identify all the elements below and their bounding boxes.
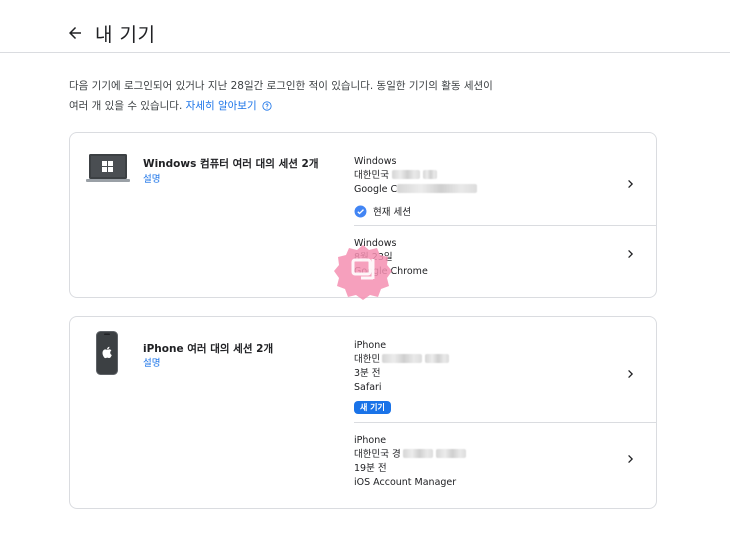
- device-group-title: iPhone 여러 대의 세션 2개: [143, 343, 274, 355]
- top-bar: 내 기기: [0, 0, 730, 53]
- session-location: 대한민국: [354, 169, 657, 183]
- phone-icon: [96, 331, 118, 375]
- session-time: 3분 전: [354, 368, 381, 379]
- session-device-name: iPhone: [354, 340, 387, 351]
- device-group-desc-link[interactable]: 설명: [143, 355, 160, 369]
- check-circle-icon: [354, 205, 367, 217]
- stamp-watermark-icon: [334, 245, 392, 300]
- device-group-title: Windows 컴퓨터 여러 대의 세션 2개: [143, 158, 319, 170]
- redacted-blur: [397, 184, 478, 193]
- session-divider: [354, 422, 657, 423]
- session-device-name: Windows: [354, 238, 397, 249]
- help-circle-icon[interactable]: [262, 101, 272, 111]
- new-device-badge: 새 기기: [354, 401, 391, 414]
- session-app: Safari: [354, 382, 382, 393]
- device-group-card-iphone: iPhone 여러 대의 세션 2개 설명 iPhone 대한민 3분 전 Sa…: [69, 316, 657, 509]
- redacted-blur: [435, 449, 466, 458]
- session-browser: Google Chrome: [354, 266, 428, 277]
- chevron-right-icon: [628, 454, 634, 464]
- intro-text-block: 다음 기기에 로그인되어 있거나 지난 28일간 로그인한 적이 있습니다. 동…: [69, 76, 499, 116]
- learn-more-link[interactable]: 자세히 알아보기: [186, 100, 257, 112]
- redacted-blur: [402, 449, 433, 458]
- session-item[interactable]: Windows 8월 23일 Google Chrome: [354, 237, 657, 287]
- session-device-name: Windows: [354, 156, 397, 167]
- page-title: 내 기기: [95, 24, 156, 46]
- chevron-right-icon: [628, 369, 634, 379]
- redacted-blur: [425, 354, 450, 363]
- session-location: 대한민: [354, 353, 657, 367]
- session-time: 19분 전: [354, 463, 387, 474]
- intro-text: 다음 기기에 로그인되어 있거나 지난 28일간 로그인한 적이 있습니다. 동…: [69, 80, 493, 112]
- laptop-icon: [86, 154, 130, 182]
- session-item[interactable]: iPhone 대한민 3분 전 Safari 새 기기: [354, 339, 657, 419]
- session-location: 대한민국 경: [354, 448, 657, 462]
- current-session-indicator: 현재 세션: [354, 204, 657, 218]
- current-session-label: 현재 세션: [373, 207, 411, 218]
- session-divider: [354, 225, 657, 226]
- session-item[interactable]: iPhone 대한민국 경 19분 전 iOS Account Manager: [354, 434, 657, 496]
- chevron-right-icon: [628, 249, 634, 259]
- session-date: 8월 23일: [354, 251, 657, 265]
- device-group-desc-link[interactable]: 설명: [143, 171, 160, 185]
- session-item[interactable]: Windows 대한민국 Google C 현재 세션: [354, 155, 657, 225]
- chevron-right-icon: [628, 179, 634, 189]
- session-app: iOS Account Manager: [354, 477, 457, 488]
- redacted-blur: [392, 170, 420, 179]
- redacted-blur: [423, 170, 438, 179]
- back-arrow-icon[interactable]: [66, 24, 84, 42]
- redacted-blur: [382, 354, 423, 363]
- session-device-name: iPhone: [354, 435, 387, 446]
- session-browser: Google C: [354, 183, 657, 197]
